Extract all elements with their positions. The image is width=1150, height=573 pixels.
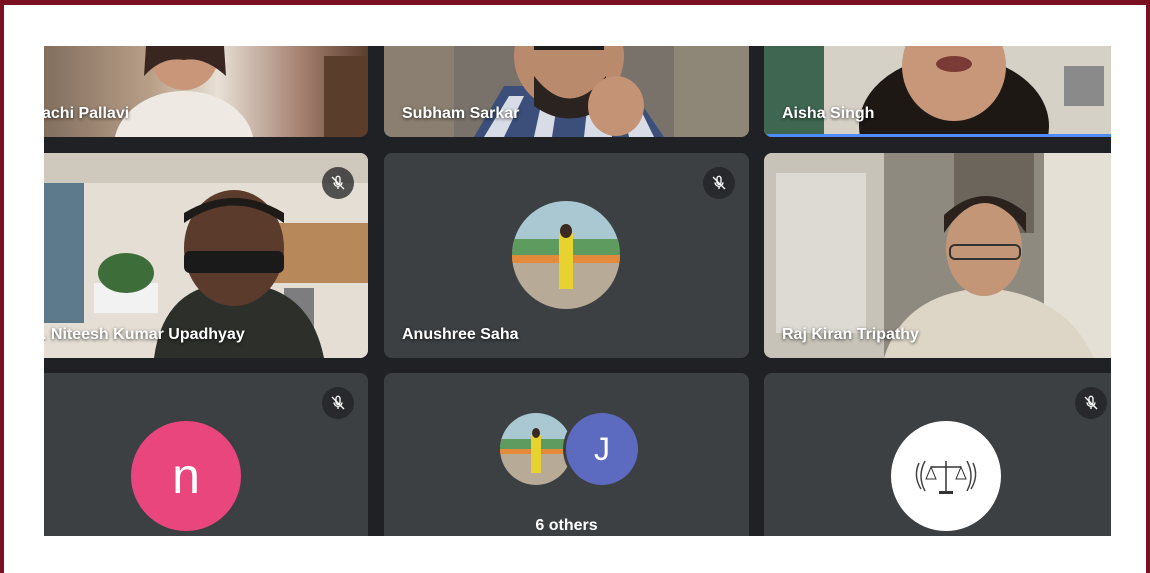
participant-tile-aisha[interactable]: Aisha Singh bbox=[764, 46, 1111, 137]
participant-name: . Niteesh Kumar Upadhyay bbox=[44, 326, 245, 343]
mic-off-icon bbox=[331, 395, 345, 410]
mic-off-icon bbox=[712, 175, 726, 190]
participant-tile-anushree[interactable]: Anushree Saha bbox=[384, 153, 749, 358]
avatar-letter: J bbox=[594, 430, 610, 467]
participant-video bbox=[114, 46, 368, 137]
participant-tile-subham[interactable]: Subham Sarkar bbox=[384, 46, 749, 137]
mic-off-icon bbox=[331, 175, 345, 190]
letter-avatar: n bbox=[131, 421, 241, 531]
participant-tile-raj[interactable]: Raj Kiran Tripathy bbox=[764, 153, 1111, 358]
mic-off-icon bbox=[1084, 395, 1098, 410]
emblem-avatar bbox=[891, 421, 1001, 531]
participant-name: Raj Kiran Tripathy bbox=[782, 326, 919, 343]
mute-indicator bbox=[322, 387, 354, 419]
participant-name: Aisha Singh bbox=[782, 105, 875, 122]
participant-video bbox=[384, 46, 749, 137]
others-count-label: 6 others bbox=[535, 517, 598, 534]
scales-of-justice-icon bbox=[915, 460, 977, 494]
frame-top-border bbox=[0, 0, 1150, 5]
avatar-letter: n bbox=[172, 448, 200, 504]
avatar-photo bbox=[500, 413, 572, 485]
participant-video bbox=[764, 46, 1111, 137]
participant-name: Subham Sarkar bbox=[402, 105, 520, 122]
mute-indicator bbox=[1075, 387, 1107, 419]
frame-left-border bbox=[0, 0, 4, 573]
others-avatar-j: J bbox=[566, 413, 638, 485]
participant-name: achi Pallavi bbox=[44, 105, 130, 122]
participant-name: Anushree Saha bbox=[402, 326, 519, 343]
mute-indicator bbox=[703, 167, 735, 199]
mute-indicator bbox=[322, 167, 354, 199]
participant-tile-others[interactable]: J 6 others bbox=[384, 373, 749, 536]
frame-right-border bbox=[1146, 0, 1150, 573]
participant-tile-n[interactable]: n bbox=[44, 373, 368, 536]
avatar-photo bbox=[512, 201, 620, 309]
meeting-grid: achi Pallavi Subham Sarkar Aisha Singh .… bbox=[44, 46, 1111, 536]
participant-tile-niteesh[interactable]: . Niteesh Kumar Upadhyay bbox=[44, 153, 368, 358]
participant-tile-emblem[interactable] bbox=[764, 373, 1111, 536]
participant-avatar bbox=[512, 201, 620, 309]
participant-tile-pallavi[interactable]: achi Pallavi bbox=[44, 46, 368, 137]
others-avatar-photo bbox=[500, 413, 572, 485]
